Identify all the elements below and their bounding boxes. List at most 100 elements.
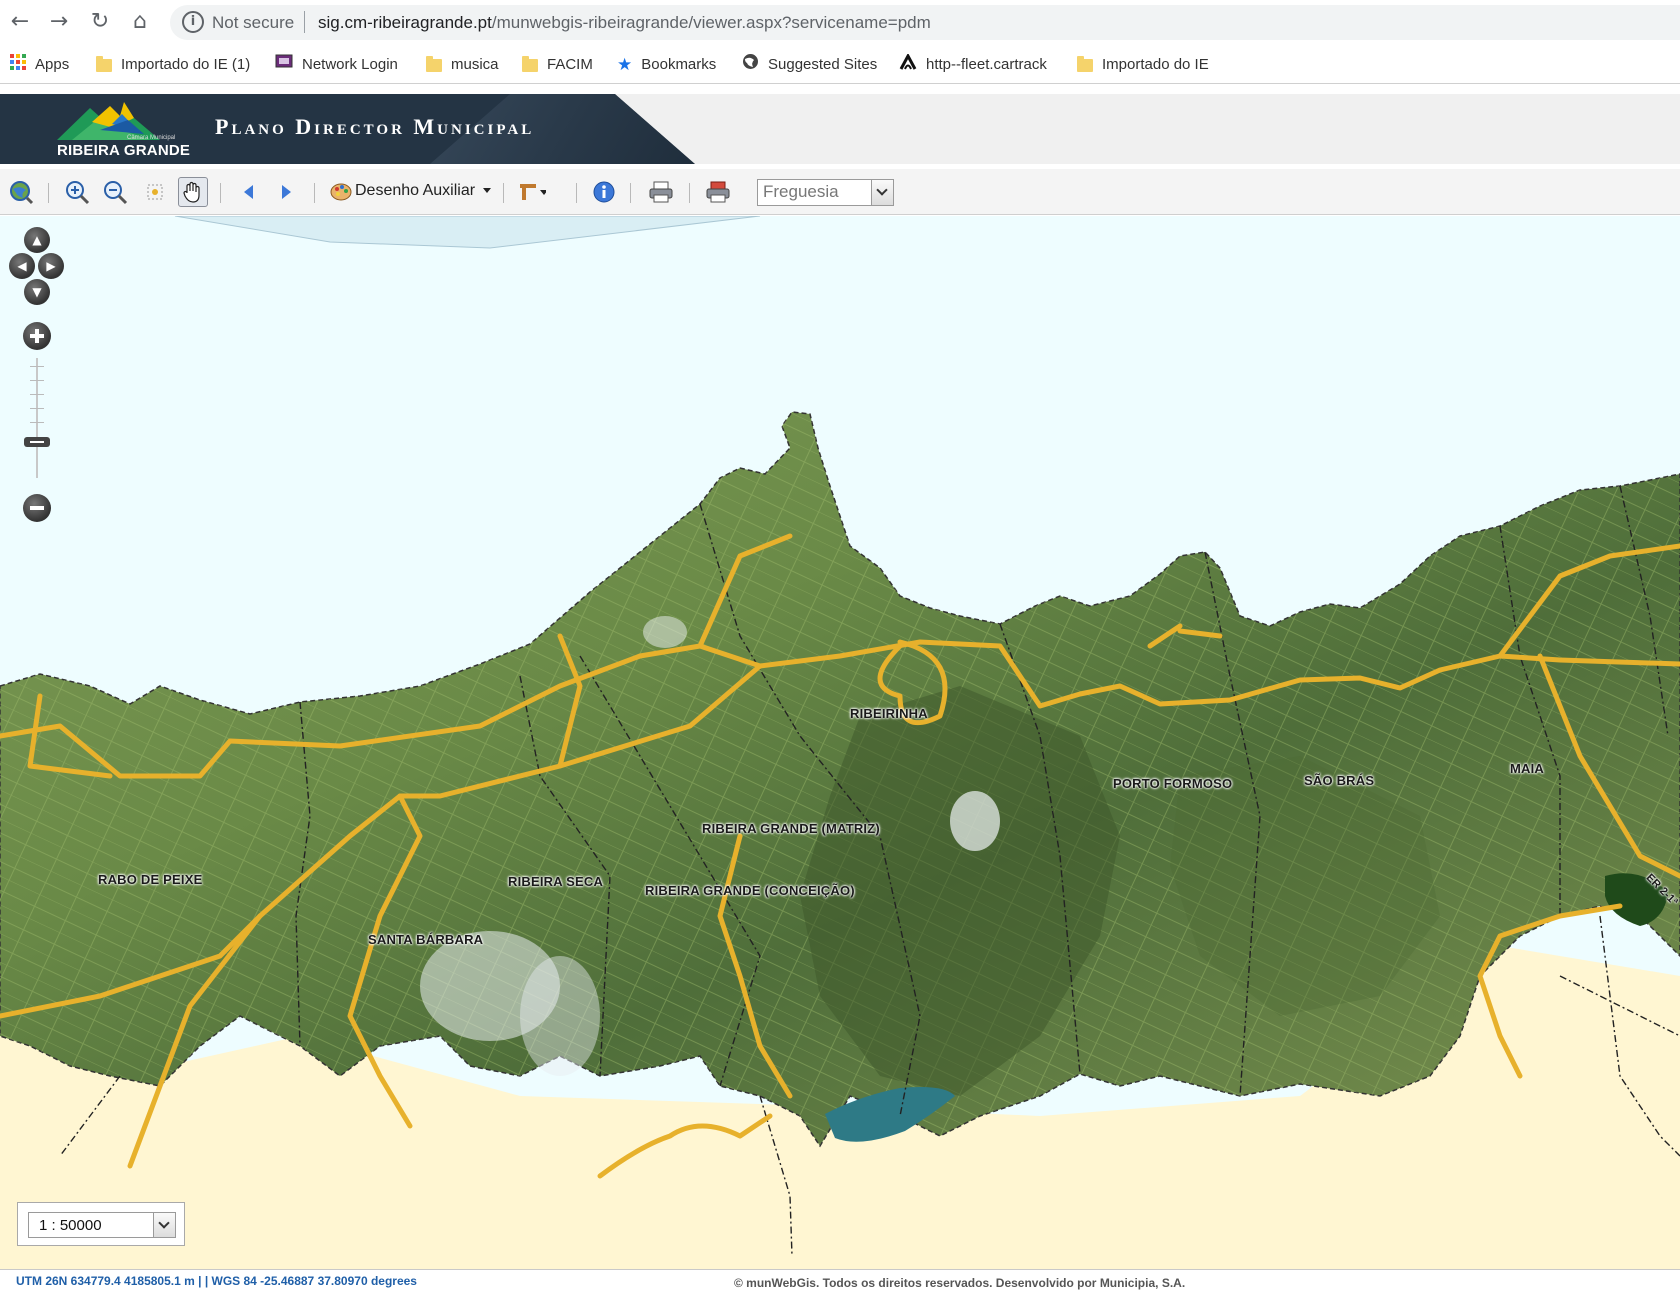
copyright-text: © munWebGis. Todos os direitos reservado… bbox=[734, 1276, 1186, 1290]
chevron-down-icon[interactable] bbox=[871, 180, 893, 205]
zoom-track[interactable] bbox=[36, 358, 38, 478]
bookmark-musica[interactable]: musica bbox=[426, 54, 499, 76]
address-separator bbox=[304, 11, 305, 33]
bookmark-importado-ie[interactable]: Importado do IE bbox=[1077, 54, 1209, 76]
zoom-tick bbox=[30, 422, 44, 423]
bookmark-bookmarks[interactable]: ★ Bookmarks bbox=[617, 54, 716, 76]
triangle-left-icon bbox=[244, 185, 253, 199]
globe-zoom-icon bbox=[10, 181, 34, 205]
network-icon bbox=[275, 54, 293, 77]
coordinates-readout: UTM 26N 634779.4 4185805.1 m | | WGS 84 … bbox=[16, 1274, 417, 1288]
status-bar: UTM 26N 634779.4 4185805.1 m | | WGS 84 … bbox=[0, 1269, 1680, 1293]
info-icon[interactable]: i bbox=[182, 11, 204, 33]
info-circle-icon bbox=[593, 181, 615, 203]
cloud bbox=[950, 791, 1000, 851]
place-label: MAIA bbox=[1510, 761, 1545, 776]
bookmark-facim[interactable]: FACIM bbox=[522, 54, 593, 76]
full-extent-button[interactable] bbox=[6, 177, 36, 207]
bookmark-label: musica bbox=[451, 56, 499, 73]
place-label: PORTO FORMOSO bbox=[1113, 776, 1233, 791]
identify-button[interactable] bbox=[589, 177, 619, 207]
pan-button[interactable] bbox=[178, 177, 208, 207]
map-toolbar: Desenho Auxiliar Freguesia bbox=[0, 169, 1680, 215]
zoom-out-button[interactable] bbox=[100, 177, 130, 207]
measure-dropdown[interactable] bbox=[516, 177, 546, 207]
url-text[interactable]: sig.cm-ribeiragrande.pt/munwebgis-ribeir… bbox=[318, 13, 931, 33]
bookmark-apps[interactable]: Apps bbox=[10, 53, 69, 76]
folder-icon bbox=[426, 55, 442, 72]
zoom-tick bbox=[30, 380, 44, 381]
folder-icon bbox=[1077, 55, 1093, 72]
place-label: RIBEIRA GRANDE (CONCEIÇÃO) bbox=[645, 883, 855, 898]
map-canvas[interactable]: RIBEIRINHA PORTO FORMOSO SÃO BRÁS MAIA R… bbox=[0, 216, 1680, 1284]
bookmark-label: http--fleet.cartrack bbox=[926, 56, 1047, 73]
zoom-box-icon bbox=[147, 184, 163, 200]
triangle-right-icon bbox=[282, 185, 291, 199]
cloud bbox=[520, 956, 600, 1076]
globe-icon bbox=[742, 53, 759, 77]
scale-panel: 1 : 50000 bbox=[17, 1202, 185, 1246]
zoom-slider-handle[interactable] bbox=[24, 437, 50, 447]
bookmark-importado-ie-1[interactable]: Importado do IE (1) bbox=[96, 54, 250, 76]
place-label: SÃO BRÁS bbox=[1304, 773, 1375, 788]
desenho-auxiliar-dropdown[interactable]: Desenho Auxiliar bbox=[355, 182, 492, 200]
zoom-tick bbox=[30, 408, 44, 409]
zoom-box-button[interactable] bbox=[140, 177, 170, 207]
logo-text: RIBEIRA GRANDE bbox=[57, 142, 191, 159]
forward-arrow-icon[interactable]: → bbox=[45, 8, 73, 36]
toolbar-separator bbox=[314, 183, 315, 203]
previous-extent-button[interactable] bbox=[234, 177, 264, 207]
bookmark-label: Suggested Sites bbox=[768, 56, 878, 73]
zoom-in-icon bbox=[66, 181, 90, 205]
place-label: RIBEIRA GRANDE (MATRIZ) bbox=[702, 821, 880, 836]
desenho-auxiliar-label: Desenho Auxiliar bbox=[355, 182, 476, 199]
browser-top-bar: ← → ↻ ⌂ i Not secure sig.cm-ribeiragrand… bbox=[0, 0, 1680, 44]
pan-down-button[interactable]: ▼ bbox=[24, 279, 50, 305]
map-zoom-out-button[interactable] bbox=[23, 494, 51, 522]
bookmark-suggested-sites[interactable]: Suggested Sites bbox=[742, 54, 877, 76]
caret-down-icon bbox=[483, 188, 492, 194]
address-bar[interactable]: i Not secure sig.cm-ribeiragrande.pt/mun… bbox=[170, 5, 1680, 40]
url-path: /munwebgis-ribeiragrande/viewer.aspx?ser… bbox=[491, 13, 931, 32]
back-arrow-icon[interactable]: ← bbox=[6, 8, 34, 36]
pan-up-button[interactable]: ▲ bbox=[24, 227, 50, 253]
zoom-tick bbox=[30, 394, 44, 395]
page-title: Plano Director Municipal bbox=[215, 114, 535, 139]
place-label: SANTA BÁRBARA bbox=[368, 932, 484, 947]
toolbar-separator bbox=[630, 183, 631, 203]
bookmarks-bar: Apps Importado do IE (1) Network Login m… bbox=[0, 44, 1680, 84]
print-button[interactable] bbox=[646, 177, 676, 207]
scale-select[interactable]: 1 : 50000 bbox=[28, 1212, 176, 1238]
home-icon[interactable]: ⌂ bbox=[126, 8, 154, 36]
map-terrain bbox=[0, 216, 1680, 1284]
bookmark-fleet-cartrack[interactable]: http--fleet.cartrack bbox=[899, 52, 1047, 77]
toolbar-separator bbox=[220, 183, 221, 203]
freguesia-select[interactable]: Freguesia bbox=[757, 179, 894, 206]
overview-edge bbox=[174, 216, 761, 249]
next-extent-button[interactable] bbox=[271, 177, 301, 207]
bookmark-label: Importado do IE (1) bbox=[121, 56, 251, 73]
map-zoom-in-button[interactable] bbox=[23, 322, 51, 350]
toolbar-separator bbox=[503, 183, 504, 203]
app-header: Câmara Municipal RIBEIRA GRANDE Plano Di… bbox=[0, 94, 1680, 164]
url-host: sig.cm-ribeiragrande.pt bbox=[318, 13, 492, 32]
zoom-tick bbox=[30, 366, 44, 367]
toolbar-separator bbox=[48, 183, 49, 203]
place-label: RIBEIRINHA bbox=[850, 706, 928, 721]
place-label: RIBEIRA SECA bbox=[508, 874, 604, 889]
folder-icon bbox=[522, 55, 538, 72]
security-label[interactable]: Not secure bbox=[212, 13, 294, 33]
zoom-in-button[interactable] bbox=[62, 177, 92, 207]
scale-value: 1 : 50000 bbox=[39, 1217, 102, 1234]
measure-icon bbox=[520, 184, 546, 200]
print-layout-button[interactable] bbox=[703, 177, 733, 207]
chevron-down-icon[interactable] bbox=[153, 1213, 175, 1237]
pan-right-button[interactable]: ▶ bbox=[38, 253, 64, 279]
cloud bbox=[643, 616, 687, 648]
reload-icon[interactable]: ↻ bbox=[86, 8, 114, 36]
pan-left-button[interactable]: ◀ bbox=[9, 253, 35, 279]
bookmark-network-login[interactable]: Network Login bbox=[275, 54, 398, 76]
logo-subtitle: Câmara Municipal bbox=[127, 135, 176, 141]
printer-map-icon bbox=[706, 181, 730, 203]
cartrack-icon bbox=[899, 52, 917, 77]
